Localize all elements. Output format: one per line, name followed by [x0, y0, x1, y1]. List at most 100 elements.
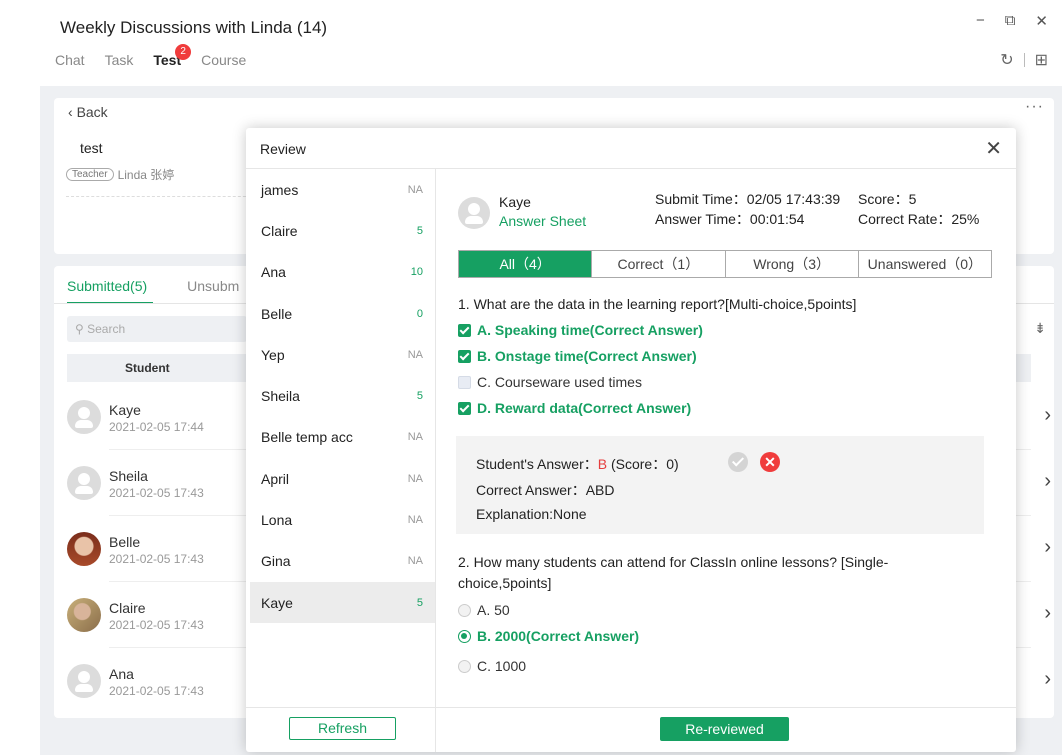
list-item-name: Lona	[261, 512, 293, 529]
option-b: B. 2000(Correct Answer)	[458, 628, 639, 644]
student-name: Kaye	[499, 194, 531, 210]
window-controls: − ⧉ ✕	[976, 12, 1048, 30]
answer-time: Answer Time：00:01:54	[655, 211, 805, 227]
answer-filter-tabs: All（4） Correct（1） Wrong（3） Unanswered（0）	[458, 250, 992, 278]
tab-submitted[interactable]: Submitted(5)	[67, 278, 147, 294]
student-name: Sheila	[109, 468, 148, 484]
refresh-button[interactable]: Refresh	[289, 717, 396, 740]
tab-wrong[interactable]: Wrong（3）	[724, 251, 858, 277]
explanation: Explanation:None	[476, 506, 587, 522]
question-2-text: 2. How many students can attend for Clas…	[458, 554, 889, 591]
list-item-name: Ana	[261, 264, 286, 281]
refresh-icon[interactable]: ↻	[1000, 50, 1013, 70]
re-reviewed-button[interactable]: Re-reviewed	[660, 717, 789, 741]
search-icon: ⚲	[75, 322, 88, 336]
mark-correct-icon[interactable]	[728, 452, 748, 472]
list-item[interactable]: Yep NA	[250, 334, 435, 375]
avatar	[67, 400, 101, 434]
student-name: Claire	[109, 600, 146, 616]
answer-sheet-link[interactable]: Answer Sheet	[499, 213, 586, 229]
list-item[interactable]: Ana 10	[250, 252, 435, 293]
score-info: Score：5 Correct Rate：25%	[858, 189, 979, 229]
checkbox-checked-icon	[458, 323, 471, 337]
submit-time: Submit Time：02/05 17:43:39	[655, 191, 841, 207]
option-label: D. Reward data(Correct Answer)	[477, 400, 692, 416]
option-label: C. 1000	[477, 658, 527, 674]
list-item-score: NA	[407, 472, 423, 485]
submit-time: 2021-02-05 17:43	[109, 552, 204, 566]
more-icon[interactable]: ···	[1025, 98, 1044, 116]
submit-time: 2021-02-05 17:44	[109, 420, 204, 434]
option-b: B. Onstage time(Correct Answer)	[458, 348, 697, 364]
tab-test[interactable]: Test 2	[153, 44, 192, 68]
chevron-left-icon: ‹	[68, 104, 77, 120]
divider	[66, 196, 256, 197]
student-name: Ana	[109, 666, 134, 682]
option-label: A. 50	[477, 602, 510, 618]
list-item-name: Gina	[261, 553, 291, 570]
tab-task[interactable]: Task	[105, 52, 134, 68]
list-item[interactable]: Lona NA	[250, 499, 435, 540]
list-item-selected[interactable]: Kaye 5	[250, 581, 435, 624]
list-item-score: NA	[407, 183, 423, 196]
option-c: C. Courseware used times	[458, 374, 642, 390]
correct-rate: Correct Rate：25%	[858, 211, 980, 227]
avatar	[67, 466, 101, 500]
toolbar: ↻ ⊞	[1000, 50, 1048, 70]
avatar	[67, 532, 101, 566]
submit-time: 2021-02-05 17:43	[109, 486, 204, 500]
list-item-name: james	[261, 181, 299, 198]
list-item-name: April	[261, 470, 290, 487]
chevron-right-icon[interactable]: ›	[1044, 668, 1051, 691]
list-item-name: Kaye	[261, 594, 293, 611]
option-label: B. Onstage time(Correct Answer)	[477, 348, 697, 364]
back-label: Back	[76, 104, 108, 120]
student-answer-label: Student's Answer：	[476, 456, 598, 472]
search-input[interactable]: ⚲ Search	[67, 316, 247, 342]
sort-icon[interactable]: ⇟	[1034, 320, 1046, 337]
student-name: Kaye	[109, 402, 141, 418]
minimize-icon[interactable]: −	[976, 12, 985, 30]
tab-all[interactable]: All（4）	[459, 251, 592, 277]
tab-course[interactable]: Course	[201, 52, 246, 68]
list-item[interactable]: james NA	[250, 169, 435, 210]
chevron-right-icon[interactable]: ›	[1044, 470, 1051, 493]
back-button[interactable]: ‹ Back	[68, 104, 108, 120]
tab-correct[interactable]: Correct（1）	[591, 251, 724, 277]
score: Score：5	[858, 191, 917, 207]
chevron-right-icon[interactable]: ›	[1044, 404, 1051, 427]
list-item-score: 5	[416, 596, 423, 609]
chevron-right-icon[interactable]: ›	[1044, 536, 1051, 559]
list-item-name: Belle	[261, 305, 293, 322]
grid-icon[interactable]: ⊞	[1035, 50, 1048, 70]
tab-chat[interactable]: Chat	[55, 52, 85, 68]
chevron-right-icon[interactable]: ›	[1044, 602, 1051, 625]
student-answer-value: B	[597, 456, 608, 472]
student-answer: Student's Answer：B (Score：0)	[476, 454, 679, 474]
list-item[interactable]: Claire 5	[250, 210, 435, 251]
checkbox-unchecked-icon	[458, 375, 471, 389]
list-item-score: NA	[407, 348, 423, 361]
list-item-score: 0	[416, 307, 423, 320]
tab-unanswered[interactable]: Unanswered（0）	[857, 251, 991, 277]
list-item[interactable]: Belle temp acc NA	[250, 417, 435, 458]
list-item-name: Yep	[261, 346, 285, 363]
list-item[interactable]: Belle 0	[250, 293, 435, 334]
list-item[interactable]: April NA	[250, 458, 435, 499]
avatar	[458, 197, 490, 229]
restore-icon[interactable]: ⧉	[1005, 12, 1016, 30]
mark-wrong-icon[interactable]: ✕	[760, 452, 780, 472]
tab-unsubmitted[interactable]: Unsubm	[187, 278, 239, 294]
option-label: A. Speaking time(Correct Answer)	[477, 322, 703, 338]
list-item[interactable]: Sheila 5	[250, 375, 435, 416]
option-label: C. Courseware used times	[477, 374, 642, 390]
list-item-name: Claire	[261, 222, 298, 239]
list-item[interactable]: Gina NA	[250, 541, 435, 582]
test-name: test	[80, 140, 103, 156]
close-window-icon[interactable]: ✕	[1035, 12, 1048, 30]
list-item-score: 10	[410, 266, 423, 279]
list-item-score: NA	[407, 514, 423, 527]
submit-time: 2021-02-05 17:43	[109, 618, 204, 632]
time-info: Submit Time：02/05 17:43:39 Answer Time：0…	[655, 189, 840, 229]
close-icon[interactable]: ✕	[985, 136, 1002, 161]
